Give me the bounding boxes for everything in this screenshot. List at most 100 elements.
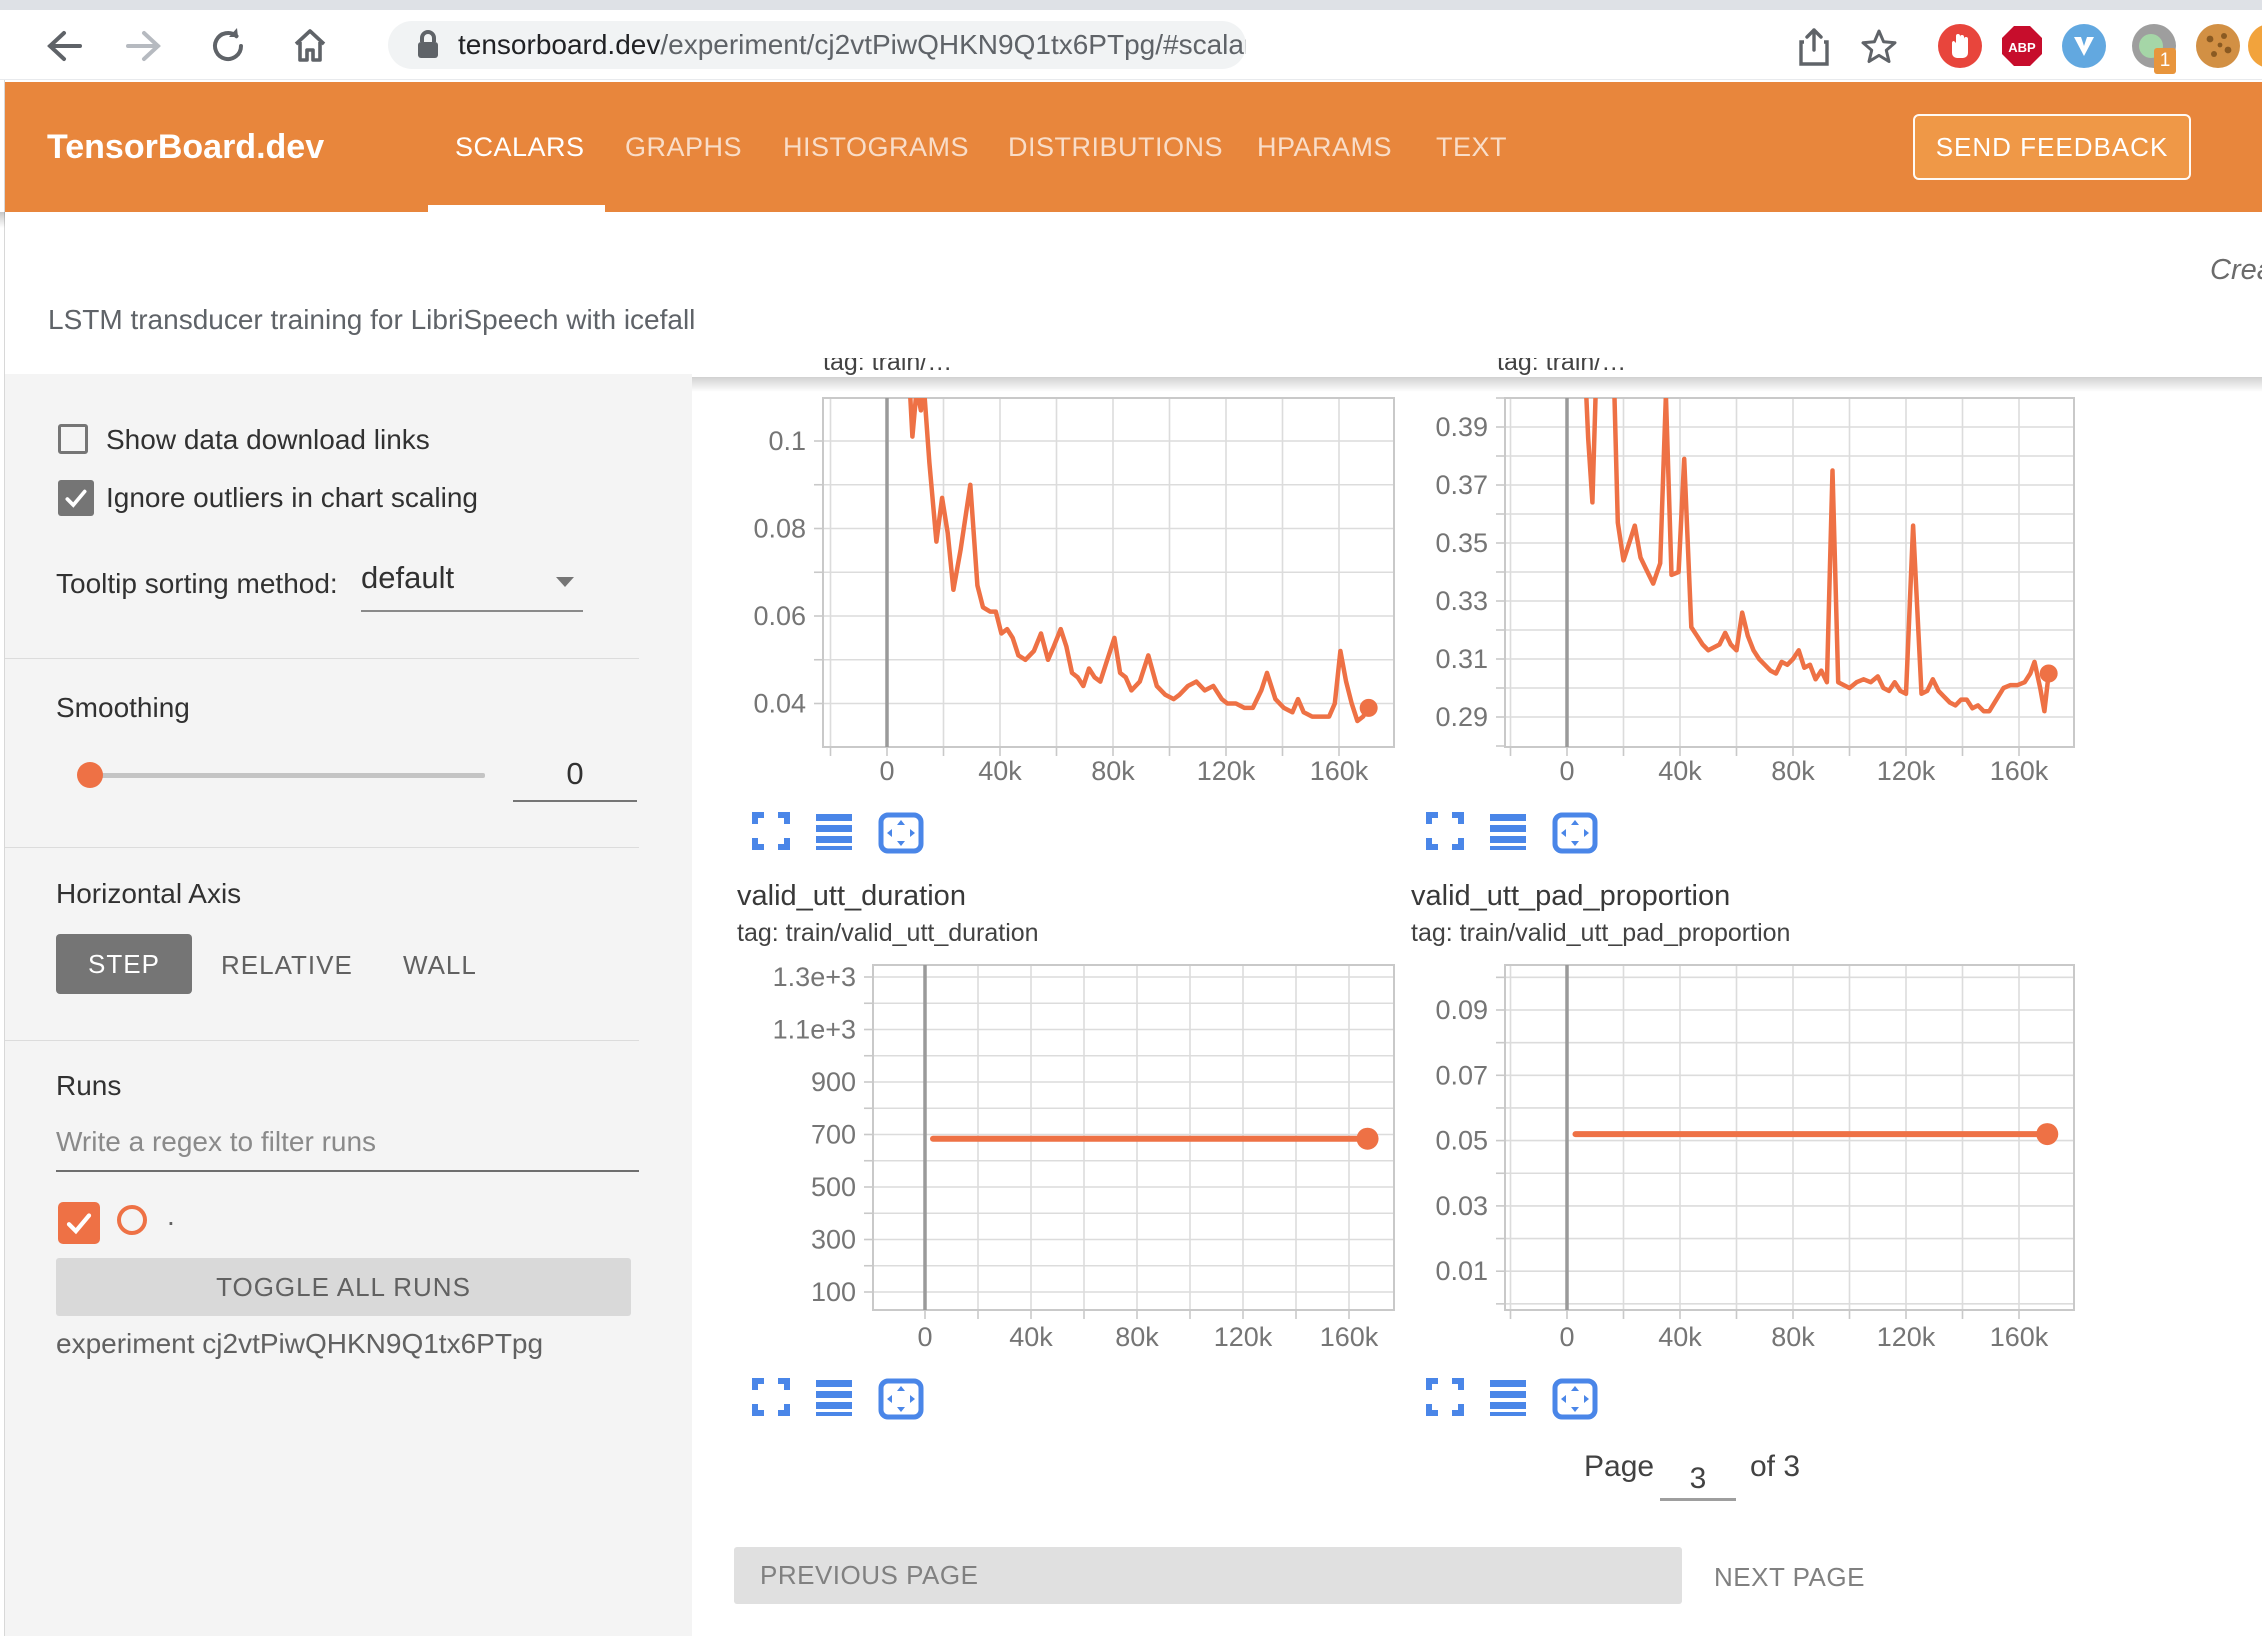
tab-graphs[interactable]: GRAPHS [625,132,742,163]
pagination-page-label: Page [1584,1450,1654,1484]
tab-histograms[interactable]: HISTOGRAMS [783,132,969,163]
app-logo[interactable]: TensorBoard.dev [47,128,324,167]
axis-relative-button[interactable]: RELATIVE [221,950,353,981]
show-download-links-checkbox[interactable] [58,424,88,454]
smoothing-value-input[interactable]: 0 [513,756,637,792]
smoothing-slider-thumb[interactable] [77,762,103,788]
run-color-circle[interactable] [117,1205,147,1235]
fit-domain-icon[interactable] [1552,1378,1598,1420]
fit-domain-icon[interactable] [1552,812,1598,854]
browser-tab-strip [0,0,2262,10]
tooltip-sorting-select[interactable]: default [361,560,583,604]
app-header: TensorBoard.dev SCALARS GRAPHS HISTOGRAM… [5,82,2262,212]
extension-cookie-icon[interactable] [2196,24,2240,68]
tab-scalars[interactable]: SCALARS [455,132,585,163]
svg-text:100: 100 [811,1277,856,1307]
fit-domain-icon[interactable] [878,1378,924,1420]
fullscreen-icon[interactable] [752,1378,790,1416]
runs-regex-underline [56,1170,639,1172]
svg-text:40k: 40k [1009,1322,1053,1352]
svg-text:80k: 80k [1771,756,1815,786]
settings-sidebar: Show data download links Ignore outliers… [5,374,692,1636]
runs-list-icon[interactable] [814,812,854,850]
url-bar[interactable]: tensorboard.dev/experiment/cj2vtPiwQHKN9… [388,21,1246,69]
toggle-all-runs-button[interactable]: TOGGLE ALL RUNS [56,1258,631,1316]
pagination-page-input[interactable]: 3 [1660,1462,1736,1496]
next-page-button[interactable]: NEXT PAGE [1714,1562,1865,1593]
svg-text:1.1e+3: 1.1e+3 [773,1015,856,1045]
svg-text:120k: 120k [1877,756,1936,786]
svg-text:500: 500 [811,1172,856,1202]
svg-text:300: 300 [811,1225,856,1255]
chart-3: 0.090.070.050.030.01040k80k120k160k [1435,965,2074,1352]
runs-list-icon[interactable] [814,1378,854,1416]
runs-list-icon[interactable] [1488,1378,1528,1416]
axis-wall-button[interactable]: WALL [403,950,477,981]
tooltip-select-underline [361,610,583,612]
ignore-outliers-label: Ignore outliers in chart scaling [106,482,478,514]
svg-text:0.1: 0.1 [768,426,806,456]
svg-text:0.08: 0.08 [753,514,806,544]
svg-text:0: 0 [917,1322,932,1352]
svg-text:0.06: 0.06 [753,601,806,631]
svg-text:0.03: 0.03 [1435,1191,1488,1221]
divider [5,847,639,848]
home-icon[interactable] [288,24,332,68]
show-download-links-label: Show data download links [106,424,430,456]
fullscreen-icon[interactable] [1426,812,1464,850]
tooltip-sorting-value: default [361,560,454,595]
runs-list-icon[interactable] [1488,812,1528,850]
svg-text:0.04: 0.04 [753,689,806,719]
runs-label: Runs [56,1070,121,1102]
extension-abp-icon[interactable]: ABP [2000,24,2044,68]
chart-actions-bottom-right [1426,1378,1598,1420]
svg-text:160k: 160k [1990,1322,2049,1352]
extension-stop-hand-icon[interactable] [1938,24,1982,68]
chart-2: 1.3e+31.1e+3900700500300100040k80k120k16… [773,962,1394,1352]
back-icon[interactable] [40,26,84,66]
forward-icon[interactable] [124,26,168,66]
svg-text:1.3e+3: 1.3e+3 [773,962,856,992]
send-feedback-button[interactable]: SEND FEEDBACK [1913,114,2191,180]
chart-actions-top-right [1426,812,1598,854]
subheader-bar: Crea LSTM transducer training for LibriS… [5,212,2262,374]
ignore-outliers-checkbox[interactable] [58,480,94,516]
clipped-chart-tag-left: tag: train/… [823,358,1343,377]
svg-text:0.39: 0.39 [1435,412,1488,442]
svg-text:120k: 120k [1197,756,1256,786]
svg-text:0.37: 0.37 [1435,470,1488,500]
fit-domain-icon[interactable] [878,812,924,854]
share-icon[interactable] [1794,26,1834,68]
reload-icon[interactable] [206,24,250,68]
svg-text:40k: 40k [1658,756,1702,786]
previous-page-button[interactable]: PREVIOUS PAGE [734,1547,1682,1604]
axis-step-button[interactable]: STEP [56,934,192,994]
svg-text:40k: 40k [1658,1322,1702,1352]
tab-text[interactable]: TEXT [1436,132,1507,163]
chart-tag-valid-utt-duration: tag: train/valid_utt_duration [737,919,1039,948]
svg-text:80k: 80k [1091,756,1135,786]
svg-text:0.35: 0.35 [1435,528,1488,558]
svg-text:0.31: 0.31 [1435,644,1488,674]
svg-text:40k: 40k [978,756,1022,786]
run-checkbox[interactable] [58,1202,100,1244]
url-host: tensorboard.dev [458,29,660,61]
divider [5,658,639,659]
check-icon [63,485,89,511]
runs-regex-input[interactable]: Write a regex to filter runs [56,1126,376,1158]
extension-gray-green-icon[interactable]: 1 [2132,24,2176,68]
fullscreen-icon[interactable] [1426,1378,1464,1416]
svg-text:0: 0 [879,756,894,786]
fullscreen-icon[interactable] [752,812,790,850]
svg-text:700: 700 [811,1120,856,1150]
pagination-page-underline [1660,1498,1736,1501]
bookmark-star-icon[interactable] [1858,26,1900,68]
lock-icon [416,30,440,60]
svg-text:160k: 160k [1320,1322,1379,1352]
smoothing-slider-track[interactable] [89,773,485,778]
tab-distributions[interactable]: DISTRIBUTIONS [1008,132,1223,163]
tab-hparams[interactable]: HPARAMS [1257,132,1392,163]
chart-actions-bottom-left [752,1378,924,1420]
svg-text:160k: 160k [1310,756,1369,786]
extension-v-icon[interactable] [2062,24,2106,68]
